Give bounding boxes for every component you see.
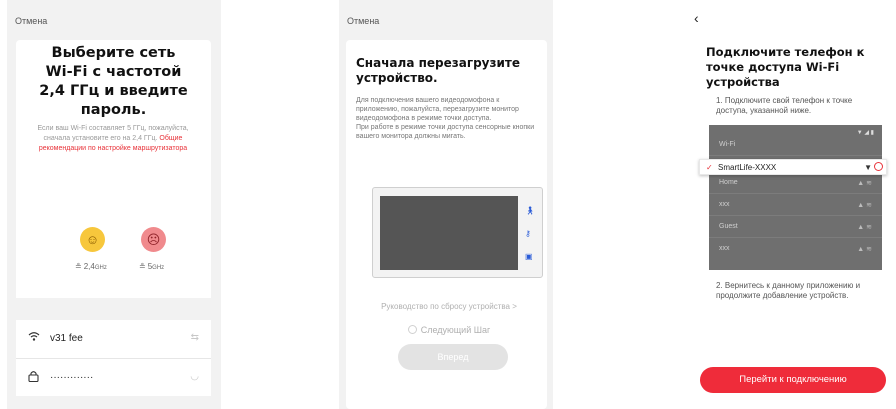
key-icon: ⚷ [525, 229, 531, 238]
password-value: ············· [50, 372, 94, 383]
go-to-connection-button[interactable]: Перейти к подключению [700, 367, 886, 393]
list-item: Guest ▲ ≋ [709, 217, 882, 238]
wifi-name-value: v31 fee [50, 333, 83, 344]
band-24ghz: ≗ 2,4GHz [75, 262, 107, 271]
wifi-header-label: Wi-Fi [719, 141, 736, 148]
reset-device-screen: Отмена Сначала перезагрузите устройство.… [339, 0, 553, 409]
wifi-lock-icon: ▲ ≋ [857, 180, 872, 187]
radio-icon [407, 325, 417, 334]
network-name: xxx [719, 245, 730, 252]
hotspot-connect-screen: ‹ Подключите телефон к точке доступа Wi-… [686, 0, 892, 409]
band-5ghz: ≗ 5GHz [139, 262, 164, 271]
list-item: xxx ▲ ≋ [709, 239, 882, 260]
band-unit: GHz [152, 265, 165, 271]
switch-network-icon[interactable]: ⇆ [191, 332, 199, 343]
page-title: Выберите сеть Wi-Fi с частотой 2,4 ГГц и… [21, 44, 206, 120]
wifi-header-row: Wi-Fi [709, 135, 882, 156]
wifi-icon: ▼ [864, 163, 872, 172]
network-name: xxx [719, 201, 730, 208]
cancel-link[interactable]: Отмена [15, 16, 47, 26]
check-icon: ✓ [706, 163, 713, 172]
wifi-name-field[interactable]: v31 fee ⇆ [16, 320, 211, 358]
happy-face-icon: ☺ [80, 227, 105, 252]
show-password-icon[interactable]: ◡ [190, 371, 199, 382]
monitor-display [380, 196, 518, 270]
reset-instructions: Для подключения вашего видеодомофона к п… [356, 96, 539, 141]
title-line: Wi-Fi с частотой [45, 64, 182, 80]
sad-face-icon: ☹ [141, 227, 166, 252]
page-title: Подключите телефон к точке доступа Wi-Fi… [706, 45, 865, 89]
frequency-note: Если ваш Wi-Fi составляет 5 ГГц, пожалуй… [33, 124, 193, 154]
lock-icon: ▣ [525, 252, 533, 261]
list-item: xxx ▲ ≋ [709, 195, 882, 216]
network-name: Home [719, 179, 738, 186]
lock-icon [28, 370, 39, 385]
router-icon: ≗ [75, 262, 82, 271]
title-line: Выберите сеть [51, 45, 176, 61]
wifi-lock-icon: ▲ ≋ [857, 246, 872, 253]
wifi-icon [28, 331, 40, 345]
wifi-list-illustration: ▼ ◢ ▮ Wi-Fi Home ▲ ≋ xxx ▲ ≋ Guest ▲ ≋ x… [709, 125, 882, 270]
instruction-paragraph: Для подключения вашего видеодомофона к п… [356, 97, 519, 122]
wifi-lock-icon: ▲ ≋ [857, 224, 872, 231]
step-two-text: 2. Вернитесь к данному приложению и прод… [716, 281, 861, 300]
page-title: Сначала перезагрузите устройство. [356, 56, 520, 85]
back-arrow-icon[interactable]: ‹ [694, 10, 699, 26]
list-item: Home ▲ ≋ [709, 173, 882, 194]
intercom-monitor-image: 🚶︎ ⚷ ▣ [372, 187, 543, 278]
password-field[interactable]: ············· ◡ [16, 358, 211, 396]
reset-guide-link[interactable]: Руководство по сбросу устройства > [359, 302, 539, 311]
title-line: 2,4 ГГц и введите [39, 83, 188, 99]
title-line: пароль. [80, 102, 147, 118]
forward-button[interactable]: Вперед [398, 344, 508, 370]
next-step-checkbox[interactable]: Следующий Шаг [359, 325, 539, 335]
person-icon: 🚶︎ [525, 206, 536, 215]
instruction-paragraph: При работе в режиме точки доступа сенсор… [356, 124, 535, 140]
cancel-link[interactable]: Отмена [347, 16, 379, 26]
network-name: SmartLife-XXXX [718, 163, 777, 172]
band-value: 2,4 [83, 262, 95, 271]
step-one-text: 1. Подключите свой телефон к точке досту… [716, 96, 853, 115]
next-step-label: Следующий Шаг [420, 325, 491, 335]
wifi-select-screen: Отмена Выберите сеть Wi-Fi с частотой 2,… [7, 0, 221, 409]
wifi-lock-icon: ▲ ≋ [857, 202, 872, 209]
selected-network-row: ✓ SmartLife-XXXX ▼ [699, 159, 887, 175]
info-icon [874, 162, 883, 171]
network-name: Guest [719, 223, 738, 230]
router-icon: ≗ [139, 262, 146, 271]
band-unit: GHz [94, 265, 107, 271]
